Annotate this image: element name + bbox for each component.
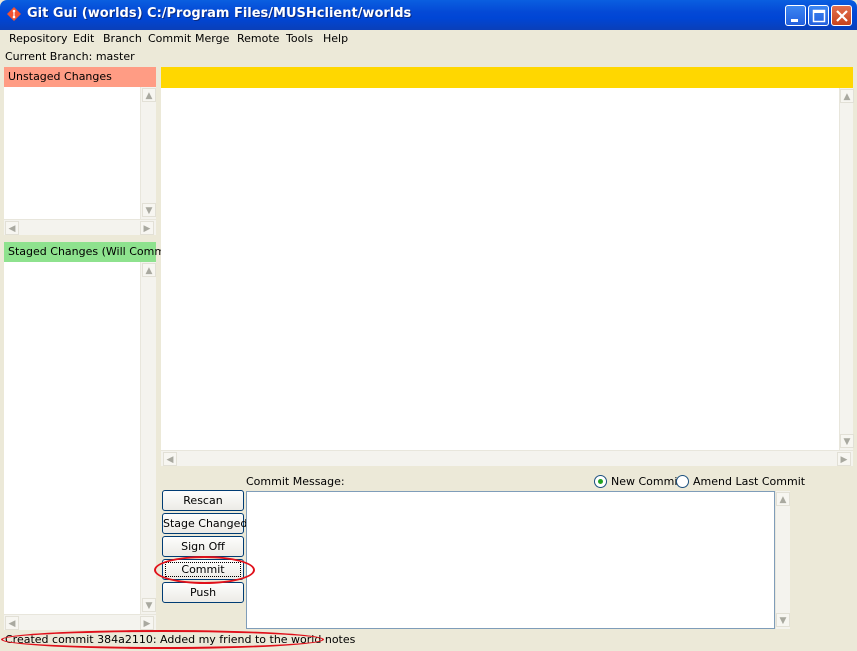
maximize-icon [812,9,826,23]
staged-horizontal-scrollbar[interactable]: ◀ ▶ [4,614,156,630]
scroll-up-icon[interactable]: ▲ [840,89,854,103]
scroll-up-icon[interactable]: ▲ [142,88,156,102]
rescan-button[interactable]: Rescan [162,490,244,511]
unstaged-file-list[interactable] [4,87,140,219]
new-commit-radio[interactable] [594,475,607,488]
scroll-up-icon[interactable]: ▲ [776,492,790,506]
git-logo-icon [7,7,21,21]
menu-branch[interactable]: Branch [99,30,146,48]
menu-help[interactable]: Help [319,30,352,48]
unstaged-changes-header: Unstaged Changes [4,67,156,87]
staged-changes-header: Staged Changes (Will Commit) [4,242,177,262]
scroll-left-icon[interactable]: ◀ [5,616,19,630]
scroll-down-icon[interactable]: ▼ [776,613,790,627]
stage-changed-button[interactable]: Stage Changed [162,513,247,534]
unstaged-horizontal-scrollbar[interactable]: ◀ ▶ [4,219,156,235]
commit-message-label: Commit Message: [246,475,345,488]
amend-commit-radio[interactable] [676,475,689,488]
menu-tools[interactable]: Tools [282,30,317,48]
diff-header [161,67,853,88]
menu-commit[interactable]: Commit [144,30,195,48]
diff-viewer[interactable] [161,88,839,450]
staged-vertical-scrollbar[interactable]: ▲ ▼ [140,262,156,614]
radio-selected-icon [598,479,603,484]
minimize-button[interactable] [785,5,806,26]
scroll-right-icon[interactable]: ▶ [140,616,154,630]
diff-horizontal-scrollbar[interactable]: ◀ ▶ [161,450,853,466]
unstaged-vertical-scrollbar[interactable]: ▲ ▼ [140,87,156,219]
title-bar[interactable]: Git Gui (worlds) C:/Program Files/MUSHcl… [0,0,857,30]
push-button[interactable]: Push [162,582,244,603]
sign-off-button[interactable]: Sign Off [162,536,244,557]
menu-bar: Repository Edit Branch Commit Merge Remo… [0,30,857,48]
commit-button-highlight [154,556,255,584]
scroll-down-icon[interactable]: ▼ [840,434,854,448]
close-button[interactable] [831,5,852,26]
current-branch-label: Current Branch: master [5,50,135,63]
menu-repository[interactable]: Repository [5,30,72,48]
scroll-down-icon[interactable]: ▼ [142,203,156,217]
status-message-highlight [1,630,324,649]
scroll-right-icon[interactable]: ▶ [140,221,154,235]
close-icon [836,10,848,22]
scroll-up-icon[interactable]: ▲ [142,263,156,277]
menu-edit[interactable]: Edit [69,30,98,48]
staged-file-list[interactable] [4,262,140,614]
diff-vertical-scrollbar[interactable]: ▲ ▼ [839,88,854,450]
menu-merge[interactable]: Merge [191,30,233,48]
commit-message-input[interactable] [246,491,775,629]
new-commit-label[interactable]: New Commit [611,475,682,488]
menu-remote[interactable]: Remote [233,30,283,48]
scroll-right-icon[interactable]: ▶ [837,452,851,466]
commit-message-scrollbar[interactable]: ▲ ▼ [775,491,790,629]
maximize-button[interactable] [808,5,829,26]
scroll-down-icon[interactable]: ▼ [142,598,156,612]
scroll-left-icon[interactable]: ◀ [163,452,177,466]
scroll-left-icon[interactable]: ◀ [5,221,19,235]
amend-commit-label[interactable]: Amend Last Commit [693,475,805,488]
window-title: Git Gui (worlds) C:/Program Files/MUSHcl… [27,6,412,21]
minimize-icon [791,19,798,22]
